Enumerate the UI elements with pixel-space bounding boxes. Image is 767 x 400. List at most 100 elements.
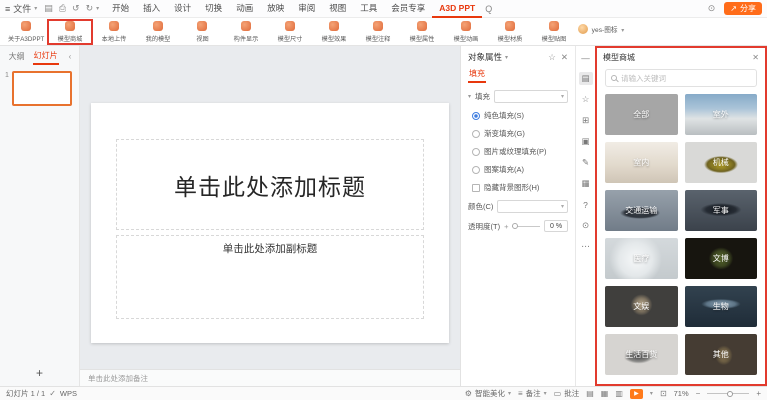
undo-icon[interactable]: ↺: [72, 3, 80, 14]
ribbon-button-label: 视图: [195, 36, 209, 43]
share-button[interactable]: ↗ 分享: [724, 2, 762, 15]
schedule-icon[interactable]: ⊙: [579, 219, 593, 232]
fit-window-icon[interactable]: ⊡: [660, 389, 667, 398]
picture-icon[interactable]: ▣: [579, 135, 593, 148]
slide-canvas[interactable]: 单击此处添加标题 单击此处添加副标题: [91, 103, 449, 343]
more-icon[interactable]: ⋯: [579, 240, 593, 253]
mall-tile-machinery[interactable]: 机械: [684, 142, 757, 183]
tab-member[interactable]: 会员专享: [384, 0, 432, 18]
tab-animation[interactable]: 动画: [229, 0, 260, 18]
tab-review[interactable]: 审阅: [291, 0, 322, 18]
option-pattern-fill[interactable]: 图案填充(A): [472, 164, 568, 175]
tab-design[interactable]: 设计: [167, 0, 198, 18]
ribbon-button-about-a3dppt[interactable]: 关于A3DPPT: [4, 20, 48, 44]
chevron-down-icon[interactable]: ▾: [505, 54, 508, 61]
help-icon[interactable]: ?: [579, 198, 593, 211]
notes-button[interactable]: ≡ 备注 ▾: [518, 388, 547, 399]
play-slideshow-button[interactable]: ▶: [629, 388, 643, 399]
properties-panel-icon[interactable]: ▤: [578, 72, 593, 85]
view-normal-icon[interactable]: ▤: [586, 389, 594, 398]
history-icon[interactable]: ⊙: [708, 3, 716, 14]
mall-tile-daily-goods[interactable]: 生活百货: [605, 334, 678, 375]
ribbon-button-component-display[interactable]: 构件显示: [224, 20, 268, 44]
opacity-slider[interactable]: [512, 223, 540, 229]
collapse-panel-icon[interactable]: ‹: [69, 52, 72, 61]
tab-transition[interactable]: 切换: [198, 0, 229, 18]
tab-slideshow[interactable]: 放映: [260, 0, 291, 18]
star-icon[interactable]: ☆: [579, 93, 593, 106]
ribbon-button-my-models[interactable]: 我的模型: [136, 20, 180, 44]
mall-tile-medical[interactable]: 医疗: [605, 238, 678, 279]
ribbon-button-model-property[interactable]: 模型属性: [400, 20, 444, 44]
mall-tile-biology[interactable]: 生物: [684, 286, 757, 327]
tab-slides[interactable]: 幻灯片: [32, 48, 59, 65]
notes-bar[interactable]: 单击此处添加备注: [80, 369, 460, 386]
tab-view[interactable]: 视图: [322, 0, 353, 18]
chevron-down-icon[interactable]: ▾: [650, 390, 653, 397]
beautify-button[interactable]: ⚙ 智能美化 ▾: [465, 388, 511, 399]
ribbon-button-model-mall[interactable]: 模型商城: [47, 19, 93, 45]
comment-button[interactable]: ▭ 批注: [554, 388, 580, 399]
print-icon[interactable]: ⎙: [59, 3, 66, 14]
close-icon[interactable]: ✕: [752, 53, 759, 62]
subtitle-placeholder[interactable]: 单击此处添加副标题: [116, 235, 424, 319]
tab-a3d-ppt[interactable]: A3D PPT: [432, 0, 483, 18]
redo-icon[interactable]: ↻: [86, 3, 94, 14]
pin-icon[interactable]: ☆: [548, 52, 556, 63]
tab-home[interactable]: 开始: [105, 0, 136, 18]
fill-type-select[interactable]: ▾: [494, 90, 568, 103]
title-placeholder[interactable]: 单击此处添加标题: [116, 139, 424, 231]
tab-tools[interactable]: 工具: [353, 0, 384, 18]
mall-tile-transportation[interactable]: 交通运输: [605, 190, 678, 231]
model-search-box[interactable]: [605, 69, 757, 87]
view-reading-icon[interactable]: ▥: [615, 389, 623, 398]
mall-tile-indoor[interactable]: 室内: [605, 142, 678, 183]
option-solid-fill[interactable]: 纯色填充(S): [472, 110, 568, 121]
ribbon-button-local-upload[interactable]: 本地上传: [92, 20, 136, 44]
zoom-out-button[interactable]: −: [696, 389, 701, 398]
mall-tile-museum[interactable]: 文博: [684, 238, 757, 279]
collapse-panel-icon[interactable]: —: [579, 51, 593, 64]
tab-fill[interactable]: 填充: [468, 65, 486, 83]
opacity-value-spinner[interactable]: 0 %: [544, 220, 568, 232]
chevron-down-icon[interactable]: ▾: [96, 5, 99, 12]
spellcheck-icon[interactable]: ✓: [49, 389, 56, 398]
mall-tile-other[interactable]: 其他: [684, 334, 757, 375]
ribbon-button-model-size[interactable]: 模型尺寸: [268, 20, 312, 44]
color-select[interactable]: ▾: [497, 200, 568, 213]
ribbon-button-model-animation[interactable]: 模型动画: [444, 20, 488, 44]
ribbon-button-model-material[interactable]: 模型材质: [488, 20, 532, 44]
mall-tile-military[interactable]: 军事: [684, 190, 757, 231]
zoom-slider[interactable]: [707, 390, 750, 397]
option-hide-background[interactable]: 隐藏背景图形(H): [472, 182, 568, 193]
file-menu[interactable]: ≡ 文件 ▾: [5, 2, 37, 15]
ribbon-button-model-effect[interactable]: 模型效果: [312, 20, 356, 44]
ribbon-button-model-annotation[interactable]: 模型注释: [356, 20, 400, 44]
search-icon[interactable]: Q: [485, 4, 492, 14]
mall-tile-all[interactable]: 全部: [605, 94, 678, 135]
mall-tile-outdoor[interactable]: 室外: [684, 94, 757, 135]
ribbon-button-model-texture[interactable]: 模型贴图: [532, 20, 576, 44]
slide-thumbnail[interactable]: [11, 71, 72, 106]
save-icon[interactable]: ▤: [44, 3, 53, 14]
option-label: 隐藏背景图形(H): [484, 183, 540, 192]
user-account-dropdown[interactable]: yes-图标 ▾: [576, 20, 626, 37]
section-collapse-icon[interactable]: ▾: [468, 93, 471, 100]
option-gradient-fill[interactable]: 渐变填充(G): [472, 128, 568, 139]
ribbon-button-label: 模型注释: [365, 36, 391, 43]
layout-icon[interactable]: ▦: [579, 177, 593, 190]
tab-insert[interactable]: 插入: [136, 0, 167, 18]
add-slide-button[interactable]: +: [0, 362, 79, 386]
tab-outline[interactable]: 大纲: [8, 49, 26, 64]
zoom-in-button[interactable]: +: [756, 389, 761, 398]
option-picture-fill[interactable]: 图片或纹理填充(P): [472, 146, 568, 157]
view-sorter-icon[interactable]: ▦: [601, 389, 609, 398]
edit-icon[interactable]: ✎: [579, 156, 593, 169]
mall-tile-entertainment[interactable]: 文娱: [605, 286, 678, 327]
slider-handle-icon[interactable]: [726, 390, 733, 397]
close-icon[interactable]: ✕: [561, 52, 568, 63]
search-input[interactable]: [621, 73, 751, 83]
shapes-icon[interactable]: ⊞: [579, 114, 593, 127]
slider-handle-icon[interactable]: [512, 223, 519, 229]
ribbon-button-view[interactable]: 视图: [180, 20, 224, 44]
